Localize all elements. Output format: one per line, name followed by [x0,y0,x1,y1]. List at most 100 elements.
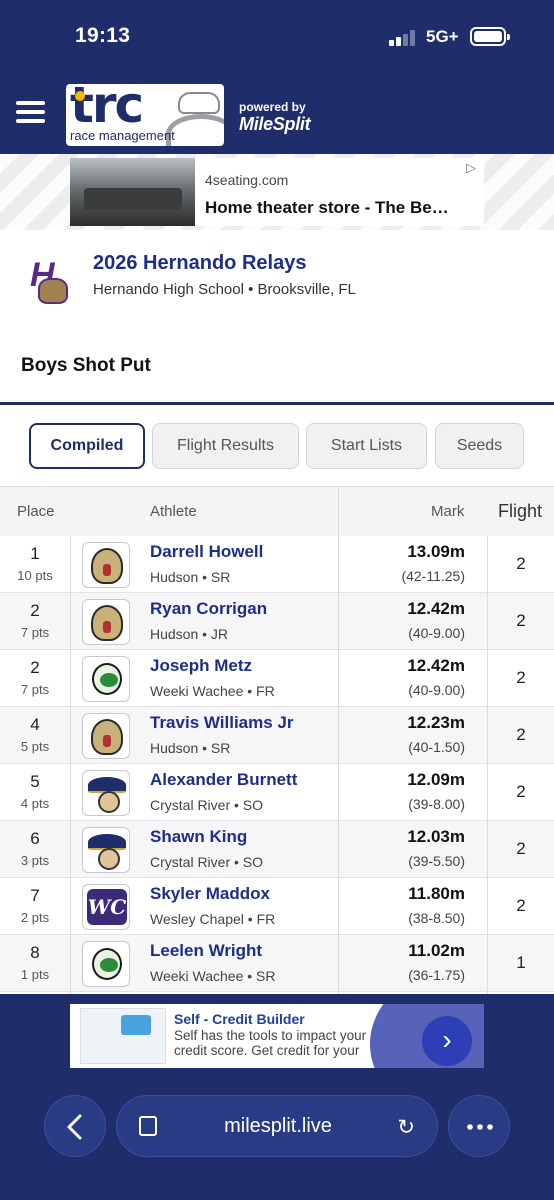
athlete-team: Weeki Wachee • SR [150,968,276,984]
network-type: 5G+ [426,27,459,46]
ellipsis-icon [467,1124,493,1130]
meet-title[interactable]: 2026 Hernando Relays [93,252,306,275]
milesplit-logo[interactable]: MileSplit [239,114,311,135]
status-time: 19:13 [75,24,131,47]
row-mark: 12.09m [407,770,465,789]
row-mark: 12.42m [407,599,465,618]
row-points: 7 pts [20,682,50,697]
athlete-name[interactable]: Leelen Wright [150,941,262,961]
row-flight: 2 [516,668,526,687]
athlete-name[interactable]: Darrell Howell [150,542,263,562]
row-flight: 2 [516,839,526,858]
header-flight: Flight [498,501,543,521]
table-row[interactable]: 8 1 pts Leelen Wright Weeki Wachee • SR … [0,935,554,992]
athlete-name[interactable]: Shawn King [150,827,247,847]
header-mark: Mark [431,503,465,520]
ad-arrow-button[interactable]: › [422,1016,472,1066]
row-mark: 12.23m [407,713,465,732]
column-divider [338,486,339,994]
row-mark-imperial: (42-11.25) [401,568,465,584]
athlete-name[interactable]: Skyler Maddox [150,884,270,904]
athlete-name[interactable]: Travis Williams Jr [150,713,293,733]
athlete-team: Hudson • SR [150,569,231,585]
header-athlete: Athlete [150,503,197,520]
ad-thumbnail [80,1008,166,1064]
pirate-icon [82,770,130,816]
row-flight: 2 [516,611,526,630]
table-row[interactable]: 5 4 pts Alexander Burnett Crystal River … [0,764,554,821]
table-header: Place Athlete Mark Flight [0,486,554,536]
row-place: 7 [30,886,40,905]
row-flight: 2 [516,725,526,744]
more-button[interactable] [448,1095,510,1157]
cobra-icon [82,599,130,645]
row-mark-imperial: (38-8.50) [408,910,465,926]
ad-choices-icon[interactable]: ▷ [466,160,480,175]
row-place: 2 [30,658,40,677]
tab-compiled[interactable]: Compiled [29,423,145,469]
row-flight: 2 [516,896,526,915]
row-mark-imperial: (36-1.75) [408,967,465,983]
tab-flight-results[interactable]: Flight Results [152,423,299,469]
row-mark-imperial: (40-9.00) [408,625,465,641]
tab-seeds[interactable]: Seeds [435,423,524,469]
ad-image[interactable] [70,158,195,226]
row-place: 6 [30,829,40,848]
athlete-team: Crystal River • SO [150,854,264,870]
ad-domain: 4seating.com [205,172,289,188]
address-bar[interactable]: milesplit.live ↻ [116,1095,438,1157]
row-mark: 12.42m [407,656,465,675]
row-mark-imperial: (39-5.50) [408,853,465,869]
table-row[interactable]: 4 5 pts Travis Williams Jr Hudson • SR 1… [0,707,554,764]
ad-title[interactable]: Self - Credit Builder [174,1011,305,1027]
athlete-team: Wesley Chapel • FR [150,911,276,927]
row-points: 4 pts [20,796,50,811]
table-row[interactable]: 2 7 pts Joseph Metz Weeki Wachee • FR 12… [0,650,554,707]
row-flight: 2 [516,782,526,801]
row-mark-imperial: (40-1.50) [408,739,465,755]
row-mark: 11.02m [408,941,465,960]
athlete-name[interactable]: Joseph Metz [150,656,252,676]
row-mark: 11.80m [408,884,465,903]
row-mark: 12.03m [407,827,465,846]
bottom-ad-banner[interactable]: Self - Credit Builder Self has the tools… [70,1004,484,1068]
back-button[interactable] [44,1095,106,1157]
table-row[interactable]: 1 10 pts Darrell Howell Hudson • SR 13.0… [0,536,554,593]
row-place: 4 [30,715,40,734]
hernando-logo: H [28,256,76,306]
athlete-team: Hudson • SR [150,740,231,756]
row-points: 1 pts [20,967,50,982]
row-points: 2 pts [20,910,50,925]
tab-start-lists[interactable]: Start Lists [306,423,427,469]
row-place: 8 [30,943,40,962]
column-divider [487,536,488,994]
row-points: 7 pts [20,625,50,640]
row-place: 1 [30,544,40,563]
reload-icon[interactable]: ↻ [397,1115,415,1140]
chevron-left-icon [67,1114,82,1140]
results-table: Place Athlete Mark Flight 1 10 pts Darre… [0,486,554,994]
table-row[interactable]: 6 3 pts Shawn King Crystal River • SO 12… [0,821,554,878]
row-points: 3 pts [20,853,50,868]
meet-location: Hernando High School • Brooksville, FL [93,281,356,298]
row-mark: 13.09m [407,542,465,561]
table-row[interactable]: 2 7 pts Ryan Corrigan Hudson • JR 12.42m… [0,593,554,650]
trc-logo[interactable]: trc race management [66,84,224,146]
ad-text: Self has the tools to impact your credit… [174,1028,367,1058]
header-place: Place [17,503,55,520]
athlete-name[interactable]: Alexander Burnett [150,770,297,790]
row-place: 2 [30,601,40,620]
table-row[interactable]: 7 2 pts WC Skyler Maddox Wesley Chapel •… [0,878,554,935]
powered-by-label: powered by [239,100,306,114]
url-text: milesplit.live [224,1115,332,1137]
athlete-name[interactable]: Ryan Corrigan [150,599,267,619]
cobra-icon [82,713,130,759]
ad-headline[interactable]: Home theater store - The Be… [205,198,449,218]
row-mark-imperial: (39-8.00) [408,796,465,812]
pirate-icon [82,827,130,873]
signal-icon [389,30,419,46]
athlete-team: Weeki Wachee • FR [150,683,275,699]
row-flight: 2 [516,554,526,573]
hamburger-menu-icon[interactable] [16,101,46,123]
column-divider [70,536,71,994]
